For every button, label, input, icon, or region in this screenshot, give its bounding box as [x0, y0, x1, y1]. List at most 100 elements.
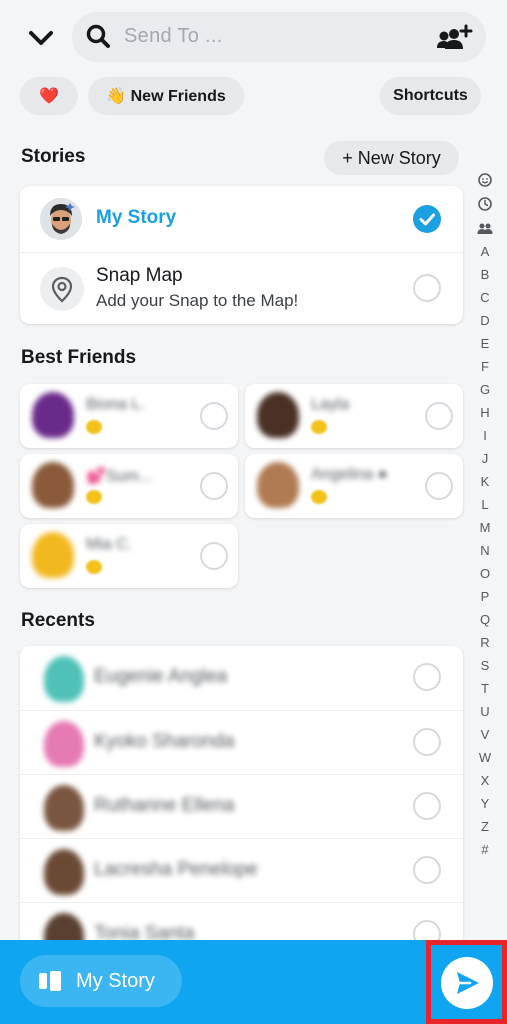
- map-pin-icon: [40, 267, 84, 311]
- index-letter[interactable]: J: [476, 447, 494, 470]
- search-input[interactable]: Send To ...: [72, 12, 486, 62]
- avatar: [44, 849, 84, 895]
- index-letter[interactable]: M: [476, 516, 494, 539]
- friend-emoji-icon: [311, 420, 327, 434]
- best-friend-tile[interactable]: Layla: [245, 384, 463, 448]
- snap-map-subtitle: Add your Snap to the Map!: [96, 291, 299, 310]
- list-item[interactable]: Lacresha Penelope: [20, 838, 463, 902]
- search-icon: [86, 24, 110, 48]
- index-letter[interactable]: V: [476, 723, 494, 746]
- stories-card: My Story Snap Map Add your Snap to the M…: [20, 186, 463, 324]
- index-letter[interactable]: Q: [476, 608, 494, 631]
- index-letter[interactable]: W: [476, 746, 494, 769]
- send-button[interactable]: [441, 957, 493, 1009]
- my-story-pill-label: My Story: [76, 969, 155, 992]
- avatar: [32, 532, 74, 578]
- select-radio[interactable]: [413, 856, 441, 884]
- select-radio[interactable]: [413, 728, 441, 756]
- index-letter[interactable]: O: [476, 562, 494, 585]
- my-story-label: My Story: [96, 207, 177, 228]
- index-letter[interactable]: D: [476, 309, 494, 332]
- best-friend-tile[interactable]: Mia C.: [20, 524, 238, 588]
- list-item[interactable]: Kyoko Sharonda: [20, 710, 463, 774]
- select-radio[interactable]: [413, 274, 441, 302]
- index-letter[interactable]: Y: [476, 792, 494, 815]
- friend-name: Angelina ●: [311, 466, 388, 483]
- heart-chip[interactable]: ❤️: [20, 77, 78, 115]
- select-radio[interactable]: [413, 792, 441, 820]
- clock-icon[interactable]: [476, 192, 494, 216]
- index-letter[interactable]: S: [476, 654, 494, 677]
- smiley-icon[interactable]: [476, 168, 494, 192]
- index-letter[interactable]: X: [476, 769, 494, 792]
- search-placeholder: Send To ...: [124, 25, 223, 47]
- best-friend-tile[interactable]: Biona L.: [20, 384, 238, 448]
- index-letter[interactable]: E: [476, 332, 494, 355]
- recent-name: Eugenie Anglea: [94, 666, 228, 687]
- send-bar: My Story: [0, 940, 507, 1024]
- avatar: [44, 721, 84, 767]
- index-letter[interactable]: U: [476, 700, 494, 723]
- index-letter[interactable]: P: [476, 585, 494, 608]
- friend-name: Biona L.: [86, 396, 145, 413]
- index-letter[interactable]: T: [476, 677, 494, 700]
- friend-emoji-icon: [311, 490, 327, 504]
- avatar: [32, 462, 74, 508]
- story-icon: [39, 971, 61, 991]
- index-letter[interactable]: #: [476, 838, 494, 861]
- index-letter[interactable]: Z: [476, 815, 494, 838]
- new-friends-chip[interactable]: 👋 New Friends: [88, 77, 244, 115]
- index-letter[interactable]: R: [476, 631, 494, 654]
- snap-map-row[interactable]: Snap Map Add your Snap to the Map!: [20, 252, 463, 318]
- index-letter[interactable]: L: [476, 493, 494, 516]
- chevron-down-icon[interactable]: [26, 24, 56, 52]
- select-radio[interactable]: [413, 663, 441, 691]
- my-story-pill[interactable]: My Story: [20, 955, 182, 1007]
- recent-name: Kyoko Sharonda: [94, 731, 235, 752]
- best-friend-tile[interactable]: 💕Sum...: [20, 454, 238, 518]
- header: Send To ...: [0, 0, 507, 76]
- new-story-button[interactable]: + New Story: [324, 141, 459, 175]
- alphabet-index[interactable]: A B C D E F G H I J K L M N O P Q R S T …: [476, 168, 494, 861]
- avatar: [44, 785, 84, 831]
- add-friend-icon[interactable]: [436, 24, 474, 50]
- selected-check-icon[interactable]: [413, 205, 441, 233]
- index-letter[interactable]: C: [476, 286, 494, 309]
- recents-list: Eugenie Anglea Kyoko Sharonda Ruthanne E…: [20, 646, 463, 946]
- recent-name: Lacresha Penelope: [94, 859, 258, 880]
- send-arrow-icon: [457, 972, 479, 994]
- friend-name: 💕Sum...: [86, 468, 153, 485]
- index-letter[interactable]: G: [476, 378, 494, 401]
- select-radio[interactable]: [200, 402, 228, 430]
- index-letter[interactable]: N: [476, 539, 494, 562]
- friend-emoji-icon: [86, 420, 102, 434]
- index-letter[interactable]: A: [476, 240, 494, 263]
- select-radio[interactable]: [200, 472, 228, 500]
- recent-name: Ruthanne Ellena: [94, 795, 235, 816]
- send-highlight: [426, 940, 507, 1024]
- best-friends-heading: Best Friends: [21, 347, 137, 368]
- select-radio[interactable]: [425, 472, 453, 500]
- best-friend-tile[interactable]: Angelina ●: [245, 454, 463, 518]
- select-radio[interactable]: [425, 402, 453, 430]
- avatar: [257, 462, 299, 508]
- select-radio[interactable]: [200, 542, 228, 570]
- avatar: [44, 656, 84, 702]
- list-item[interactable]: Eugenie Anglea: [20, 646, 463, 710]
- avatar: [32, 392, 74, 438]
- my-story-row[interactable]: My Story: [20, 186, 463, 252]
- group-icon[interactable]: [476, 216, 494, 240]
- index-letter[interactable]: F: [476, 355, 494, 378]
- avatar: [40, 198, 82, 240]
- index-letter[interactable]: K: [476, 470, 494, 493]
- friend-name: Layla: [311, 396, 350, 413]
- friend-emoji-icon: [86, 560, 102, 574]
- avatar: [257, 392, 299, 438]
- index-letter[interactable]: H: [476, 401, 494, 424]
- shortcuts-chip[interactable]: Shortcuts: [380, 77, 481, 115]
- friend-name: Mia C.: [86, 536, 133, 553]
- list-item[interactable]: Ruthanne Ellena: [20, 774, 463, 838]
- recents-heading: Recents: [21, 610, 95, 631]
- index-letter[interactable]: I: [476, 424, 494, 447]
- index-letter[interactable]: B: [476, 263, 494, 286]
